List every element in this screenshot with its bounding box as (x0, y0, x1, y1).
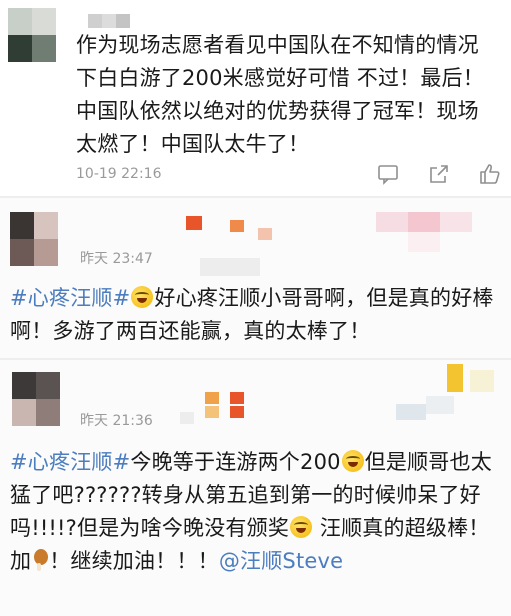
comment-card-3: 昨天 21:36 #心疼汪顺#今晚等于连游两个200 但是顺哥也太猛了吧?????… (0, 360, 511, 616)
comment-text: 作为现场志愿者看见中国队在不知情的情况下白白游了200米感觉好可惜 不过！最后！… (76, 33, 484, 156)
timestamp: 昨天 23:47 (80, 251, 153, 267)
avatar[interactable] (10, 212, 58, 266)
comment-icon[interactable] (375, 161, 401, 187)
share-icon[interactable] (426, 161, 452, 187)
timestamp: 昨天 21:36 (80, 413, 153, 429)
laugh-cry-emoji (341, 450, 364, 472)
avatar[interactable] (12, 372, 60, 426)
action-bar (350, 156, 503, 192)
drumstick-emoji (31, 549, 49, 571)
like-icon[interactable] (477, 161, 503, 187)
comment-body-part-1: 今晚等于连游两个200 (130, 450, 341, 474)
username[interactable] (88, 14, 134, 28)
timestamp: 10-19 22:16 (76, 166, 162, 182)
comment-body-part-4: ！继续加油！！！ (49, 549, 219, 573)
hashtag[interactable]: #心疼汪顺# (10, 286, 130, 310)
avatar[interactable] (8, 8, 56, 62)
comment-card-2: 昨天 23:47 #心疼汪顺# 好心疼汪顺小哥哥啊，但是真的好棒啊！多游了两百还能… (0, 198, 511, 360)
comment-text: #心疼汪顺#今晚等于连游两个200 但是顺哥也太猛了吧??????转身从第五追到第… (10, 446, 503, 578)
comment-text: #心疼汪顺# 好心疼汪顺小哥哥啊，但是真的好棒啊！多游了两百还能赢，真的太棒了！ (10, 282, 503, 348)
comment-card-1: 作为现场志愿者看见中国队在不知情的情况下白白游了200米感觉好可惜 不过！最后！… (0, 0, 511, 198)
laugh-cry-emoji (131, 286, 154, 308)
user-mention[interactable]: @汪顺Steve (219, 549, 343, 573)
laugh-cry-emoji (290, 516, 313, 538)
hashtag[interactable]: #心疼汪顺# (10, 450, 130, 474)
